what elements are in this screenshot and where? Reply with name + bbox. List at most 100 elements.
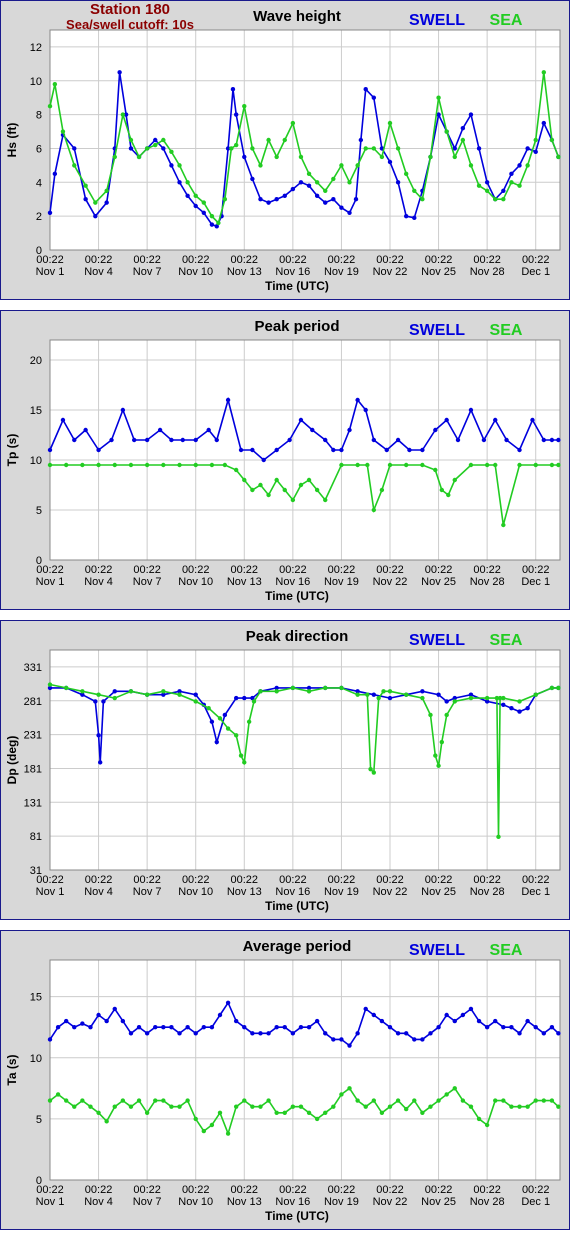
x-tick-date: Nov 22 — [373, 576, 408, 588]
data-point-swell — [298, 1025, 304, 1030]
y-tick-label: 5 — [36, 1114, 42, 1126]
x-tick-date: Dec 1 — [521, 266, 550, 278]
data-point-swell — [455, 437, 461, 443]
data-point-sea — [72, 163, 77, 168]
data-point-swell — [233, 1018, 239, 1024]
data-point-swell — [266, 200, 271, 205]
x-tick-date: Nov 1 — [36, 886, 65, 898]
data-point-sea — [379, 1110, 385, 1115]
data-point-sea — [96, 462, 101, 468]
data-point-sea — [339, 685, 344, 691]
data-point-sea — [153, 142, 158, 148]
data-point-sea — [468, 163, 474, 168]
data-point-swell — [339, 1037, 344, 1042]
data-point-swell — [476, 1018, 482, 1024]
data-point-swell — [88, 1025, 93, 1030]
x-tick-time: 00:22 — [36, 1184, 64, 1196]
data-point-swell — [287, 437, 292, 443]
data-point-swell — [468, 112, 474, 117]
data-point-swell — [412, 215, 417, 221]
data-point-sea — [347, 1086, 352, 1091]
data-point-sea — [428, 1104, 433, 1109]
data-point-swell — [258, 1031, 263, 1036]
data-point-swell — [358, 137, 364, 143]
y-axis-label: Dp (deg) — [5, 736, 19, 785]
data-point-sea — [436, 95, 441, 100]
x-tick-time: 00:22 — [133, 1184, 161, 1196]
data-point-sea — [446, 492, 451, 498]
data-point-sea — [420, 1110, 425, 1115]
x-tick-time: 00:22 — [376, 564, 404, 576]
data-point-swell — [371, 692, 377, 697]
data-point-sea — [541, 70, 547, 75]
data-point-sea — [169, 1104, 174, 1109]
x-tick-date: Nov 4 — [84, 886, 113, 898]
data-point-swell — [112, 689, 117, 694]
x-tick-date: Nov 1 — [36, 576, 65, 588]
data-point-swell — [144, 1031, 150, 1036]
x-tick-time: 00:22 — [182, 254, 210, 266]
data-point-sea — [420, 695, 425, 701]
data-point-sea — [47, 1098, 53, 1103]
data-point-swell — [242, 695, 247, 701]
data-point-sea — [355, 163, 360, 168]
data-point-sea — [258, 163, 263, 168]
data-point-swell — [501, 1025, 506, 1030]
data-point-swell — [387, 695, 393, 701]
data-point-sea — [63, 1098, 69, 1103]
data-point-swell — [169, 437, 174, 443]
data-point-sea — [298, 482, 304, 488]
data-point-sea — [144, 692, 150, 697]
x-tick-time: 00:22 — [328, 254, 356, 266]
data-point-swell — [403, 1031, 409, 1036]
data-point-sea — [395, 1098, 401, 1103]
data-point-swell — [201, 1025, 207, 1030]
data-point-sea — [314, 487, 320, 493]
data-point-swell — [153, 1025, 158, 1030]
data-point-sea — [216, 220, 221, 226]
y-tick-label: 181 — [24, 763, 42, 775]
data-point-swell — [60, 417, 66, 423]
chart-title: Peak period — [254, 318, 339, 335]
data-point-swell — [96, 733, 101, 738]
data-point-swell — [209, 719, 215, 724]
data-point-sea — [549, 462, 555, 468]
x-tick-date: Nov 7 — [133, 266, 162, 278]
data-point-sea — [501, 1098, 506, 1103]
data-point-sea — [347, 180, 352, 185]
data-point-sea — [517, 462, 522, 468]
y-tick-label: 2 — [36, 211, 42, 223]
data-point-sea — [83, 183, 88, 188]
data-point-sea — [120, 112, 126, 117]
data-point-sea — [274, 477, 279, 483]
x-tick-time: 00:22 — [133, 564, 161, 576]
data-point-sea — [136, 154, 142, 160]
data-point-sea — [233, 142, 239, 148]
data-point-sea — [251, 699, 257, 704]
data-point-sea — [525, 163, 530, 168]
data-point-sea — [484, 462, 490, 468]
data-point-swell — [225, 1000, 231, 1005]
chart-svg: 02468101200:22Nov 100:22Nov 400:22Nov 70… — [5, 1, 561, 293]
data-point-swell — [230, 87, 236, 92]
data-point-swell — [436, 692, 441, 697]
data-point-swell — [266, 1031, 271, 1036]
chart-panel: 31 81 131 181 231 281 331 00:22 Nov 1 00:22 Nov 40… — [0, 620, 570, 920]
data-point-sea — [403, 462, 409, 468]
data-point-swell — [112, 1006, 117, 1012]
x-tick-time: 00:22 — [85, 1184, 113, 1196]
x-tick-date: Nov 25 — [421, 266, 456, 278]
data-point-swell — [387, 159, 393, 165]
data-point-sea — [363, 1104, 368, 1109]
data-point-swell — [331, 1037, 336, 1042]
data-point-sea — [444, 712, 449, 718]
data-point-swell — [355, 1031, 360, 1036]
data-point-swell — [371, 95, 377, 100]
data-point-sea — [501, 695, 506, 701]
data-point-swell — [517, 1031, 522, 1036]
data-point-swell — [72, 146, 77, 151]
data-point-sea — [242, 477, 247, 483]
data-point-sea — [136, 1098, 142, 1103]
data-point-sea — [274, 689, 279, 694]
data-point-swell — [177, 180, 182, 185]
